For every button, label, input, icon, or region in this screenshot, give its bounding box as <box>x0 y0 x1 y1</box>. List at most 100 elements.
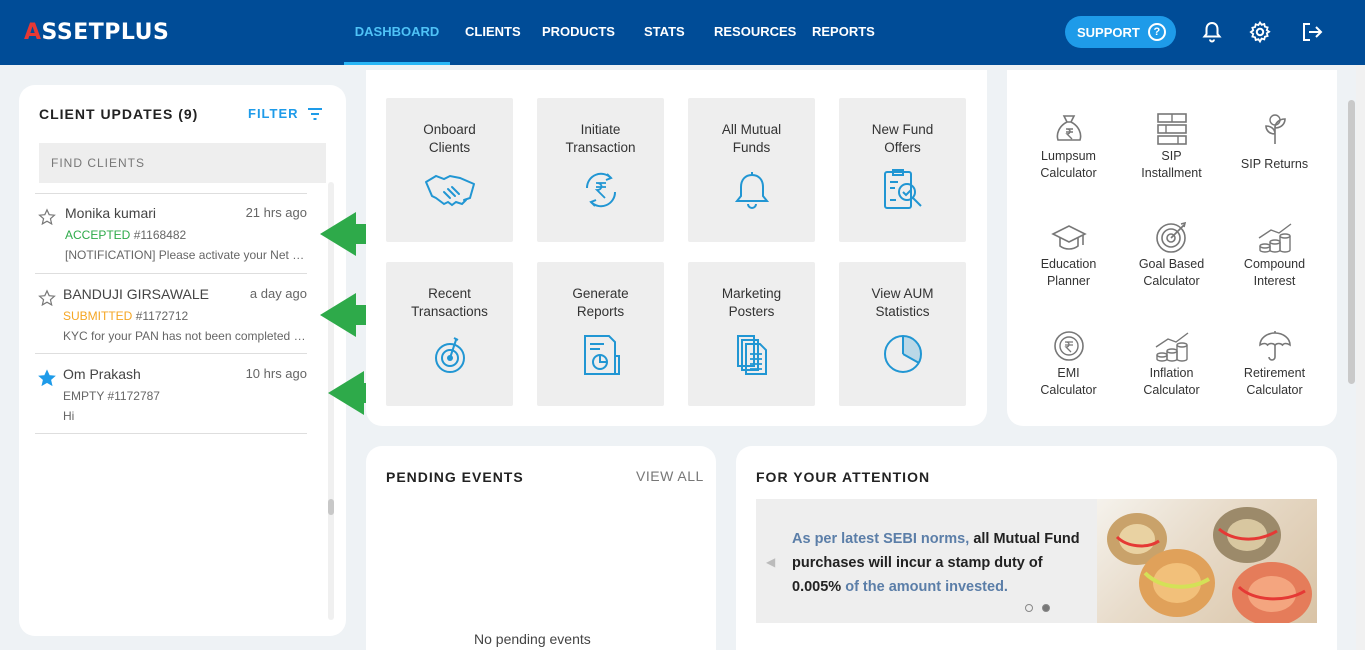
nav-resources[interactable]: RESOURCES <box>714 0 796 65</box>
client-id: #1172712 <box>135 309 189 323</box>
carousel-dot-active[interactable] <box>1042 604 1050 612</box>
currency-rolls-image <box>1097 499 1317 623</box>
star-filled-icon[interactable] <box>38 369 56 387</box>
nav-clients[interactable]: CLIENTS <box>465 0 521 65</box>
marketing-posters-tile[interactable]: Marketing Posters <box>688 262 815 406</box>
nav-products[interactable]: PRODUCTS <box>542 0 615 65</box>
goal-based-calculator[interactable]: Goal Based Calculator <box>1120 220 1223 290</box>
onboard-clients-tile[interactable]: Onboard Clients <box>386 98 513 242</box>
calc-label-line1: Lumpsum <box>1041 149 1096 163</box>
tile-label-line1: Onboard <box>423 122 476 137</box>
calc-label-line1: Retirement <box>1243 366 1306 380</box>
compound-interest-calculator[interactable]: Compound Interest <box>1223 220 1326 290</box>
list-divider <box>35 273 307 274</box>
page-scrollbar-track <box>1356 65 1365 650</box>
stack-icon <box>1156 113 1187 145</box>
client-time: 21 hrs ago <box>245 205 307 220</box>
status-badge: EMPTY <box>63 389 105 403</box>
calc-label-line1: Compound <box>1243 257 1306 271</box>
view-aum-statistics-tile[interactable]: View AUM Statistics <box>839 262 966 406</box>
tile-label-line2: Reports <box>576 304 625 319</box>
tile-label-line1: All Mutual <box>721 122 782 137</box>
generate-reports-tile[interactable]: Generate Reports <box>537 262 664 406</box>
initiate-transaction-tile[interactable]: Initiate Transaction <box>537 98 664 242</box>
client-updates-title: CLIENT UPDATES (9) <box>39 106 199 122</box>
client-id: #1168482 <box>133 228 187 242</box>
bell-notification-icon[interactable] <box>1200 20 1224 44</box>
recent-transactions-tile[interactable]: Recent Transactions <box>386 262 513 406</box>
target-icon <box>435 337 465 373</box>
calc-label-line1: Education <box>1040 257 1097 271</box>
calc-label-line2: Calculator <box>1246 383 1303 397</box>
calc-label-line1: Goal Based <box>1138 257 1205 271</box>
filter-button[interactable]: FILTER <box>248 106 323 121</box>
nav-dashboard[interactable]: DASHBOARD <box>344 0 450 65</box>
rupee-exchange-icon <box>585 172 617 208</box>
client-item[interactable]: BANDUJI GIRSAWALE a day ago SUBMITTED #1… <box>35 275 307 355</box>
lumpsum-calculator[interactable]: Lumpsum Calculator <box>1017 112 1120 182</box>
umbrella-icon <box>1258 331 1291 361</box>
attention-text-tail: of the amount invested. <box>845 579 1008 595</box>
calc-label-line1: SIP Returns <box>1240 157 1309 171</box>
clipboard-search-icon <box>884 169 922 209</box>
education-planner-calculator[interactable]: Education Planner <box>1017 220 1120 290</box>
client-message: KYC for your PAN has not been completed … <box>63 329 307 343</box>
tile-label-line2: Clients <box>428 140 471 155</box>
tile-label-line1: Initiate <box>580 122 621 137</box>
tile-label-line1: View AUM <box>871 286 934 301</box>
all-mutual-funds-tile[interactable]: All Mutual Funds <box>688 98 815 242</box>
inflation-icon <box>1155 332 1188 362</box>
client-time: a day ago <box>249 286 307 301</box>
tile-label-line1: Generate <box>572 286 629 301</box>
no-pending-events-text: No pending events <box>474 631 591 647</box>
sip-installment-calculator[interactable]: SIP Installment <box>1120 112 1223 182</box>
handshake-icon <box>425 174 475 207</box>
nav-reports[interactable]: REPORTS <box>812 0 875 65</box>
logout-icon[interactable] <box>1300 20 1324 44</box>
nav-stats[interactable]: STATS <box>644 0 685 65</box>
attention-message: As per latest SEBI norms, all Mutual Fun… <box>792 527 1092 599</box>
calc-label-line1: SIP <box>1161 149 1182 163</box>
view-all-link[interactable]: VIEW ALL <box>636 468 704 484</box>
inflation-calculator[interactable]: Inflation Calculator <box>1120 329 1223 399</box>
plant-icon <box>1264 114 1286 144</box>
support-button[interactable]: SUPPORT? <box>1065 16 1176 48</box>
pie-chart-icon <box>884 335 922 373</box>
page-scrollbar-thumb[interactable] <box>1348 100 1355 384</box>
find-clients-input[interactable] <box>39 143 326 183</box>
gear-icon[interactable] <box>1248 20 1272 44</box>
calc-label-line2: Interest <box>1253 274 1296 288</box>
client-list-scroll-thumb[interactable] <box>328 499 334 515</box>
graduation-cap-icon <box>1050 225 1087 250</box>
calc-label-line2: Calculator <box>1040 383 1097 397</box>
bell-icon <box>734 172 770 209</box>
star-outline-icon[interactable] <box>38 208 56 226</box>
filter-icon <box>307 107 322 120</box>
tile-label-line1: Marketing <box>721 286 782 301</box>
coins-growth-icon <box>1258 223 1291 253</box>
goal-target-icon <box>1155 221 1186 253</box>
client-name: Om Prakash <box>63 366 141 382</box>
tile-label-line2: Offers <box>884 140 921 155</box>
tile-label-line1: Recent <box>428 286 471 301</box>
calc-label-line2: Installment <box>1141 166 1202 180</box>
list-divider <box>35 353 307 354</box>
client-message: Hi <box>63 409 75 423</box>
tile-label-line2: Funds <box>732 140 771 155</box>
tile-label-line1: New Fund <box>871 122 934 137</box>
carousel-prev-icon[interactable]: ◀ <box>766 555 775 569</box>
emi-calculator[interactable]: EMI Calculator <box>1017 329 1120 399</box>
calc-label-line2: Calculator <box>1040 166 1097 180</box>
client-item[interactable]: Monika kumari 21 hrs ago ACCEPTED #11684… <box>35 194 307 274</box>
attention-carousel[interactable]: ◀ As per latest SEBI norms, all Mutual F… <box>756 499 1317 623</box>
client-item[interactable]: Om Prakash 10 hrs ago EMPTY #1172787 Hi <box>35 355 307 435</box>
calc-label-line2: Calculator <box>1143 383 1200 397</box>
star-outline-icon[interactable] <box>38 289 56 307</box>
tile-label-line2: Transactions <box>411 304 488 319</box>
sip-returns-calculator[interactable]: SIP Returns <box>1223 112 1326 173</box>
carousel-dot[interactable] <box>1025 604 1033 612</box>
assetplus-logo[interactable]: ASSETPLUS <box>24 20 169 45</box>
pending-events-title: PENDING EVENTS <box>386 469 524 485</box>
retirement-calculator[interactable]: Retirement Calculator <box>1223 329 1326 399</box>
new-fund-offers-tile[interactable]: New Fund Offers <box>839 98 966 242</box>
